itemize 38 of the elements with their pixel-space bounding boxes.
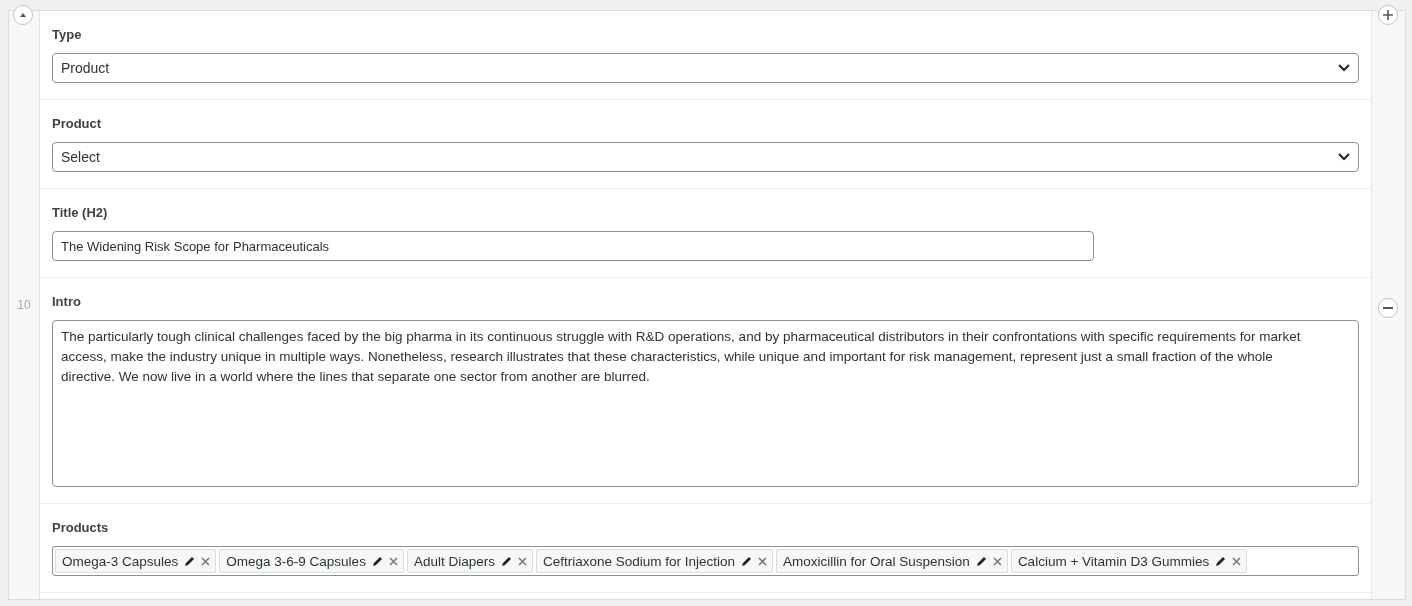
field-label: Products xyxy=(52,520,110,535)
tag-label: Omega-3 Capsules xyxy=(62,553,179,569)
pencil-icon[interactable] xyxy=(741,555,753,567)
pencil-icon[interactable] xyxy=(1215,555,1227,567)
select-value: Product xyxy=(61,60,110,76)
triangle-up-icon xyxy=(20,13,26,17)
add-row-button[interactable] xyxy=(1378,5,1398,25)
plus-icon xyxy=(1383,10,1393,20)
remove-icon[interactable] xyxy=(758,556,768,566)
minus-icon xyxy=(1383,307,1393,309)
tag-label: Adult Diapers xyxy=(413,553,495,569)
intro-textarea[interactable]: The particularly tough clinical challenges faced by the big pharma in its continuous struggle with R&D operations, and by pharmaceutical distributors in their confrontations with specific requirements for market access, make the industry unique in multiple ways. Nonetheless, research illustrates that these characteristics, while unique and important for risk management, represent just a small fraction of the whole directive. We now live in a world where the lines that separate one sector from another are blurred. xyxy=(52,320,1359,487)
pencil-icon[interactable] xyxy=(184,555,196,567)
field-label: Title (H2) xyxy=(52,205,109,220)
select-value: Select xyxy=(61,149,100,165)
remove-icon[interactable] xyxy=(201,556,211,566)
pencil-icon[interactable] xyxy=(975,555,987,567)
chevron-down-icon xyxy=(1338,64,1350,72)
remove-icon[interactable] xyxy=(992,556,1002,566)
tag-label: Omega 3-6-9 Capsules xyxy=(226,553,366,569)
select-field[interactable]: Select xyxy=(52,142,1359,172)
remove-icon[interactable] xyxy=(1232,556,1242,566)
tag-label: Ceftriaxone Sodium for Injection xyxy=(542,553,736,569)
chevron-down-icon xyxy=(1338,153,1350,161)
remove-icon[interactable] xyxy=(388,556,398,566)
title-input[interactable]: The Widening Risk Scope for Pharmaceuticals xyxy=(52,231,1094,261)
pencil-icon[interactable] xyxy=(371,555,383,567)
tag-label: Amoxicillin for Oral Suspension xyxy=(783,553,970,569)
collapse-up-button[interactable] xyxy=(13,5,33,25)
pencil-icon[interactable] xyxy=(500,555,512,567)
select-field[interactable]: Product xyxy=(52,53,1359,83)
remove-icon[interactable] xyxy=(517,556,527,566)
field-label: Product xyxy=(52,116,103,131)
field-label: Intro xyxy=(52,294,82,309)
tags-field[interactable]: Omega-3 Capsules Omega 3-6-9 Capsules Adult Diapers Ceftriaxone Sodium for Injection Amoxicillin for Oral Suspension Calcium + Vitamin D3 Gummies xyxy=(52,546,1359,576)
field-label: Type xyxy=(52,27,83,42)
tag-label: Calcium + Vitamin D3 Gummies xyxy=(1017,553,1210,569)
row-number: 10 xyxy=(17,298,31,312)
